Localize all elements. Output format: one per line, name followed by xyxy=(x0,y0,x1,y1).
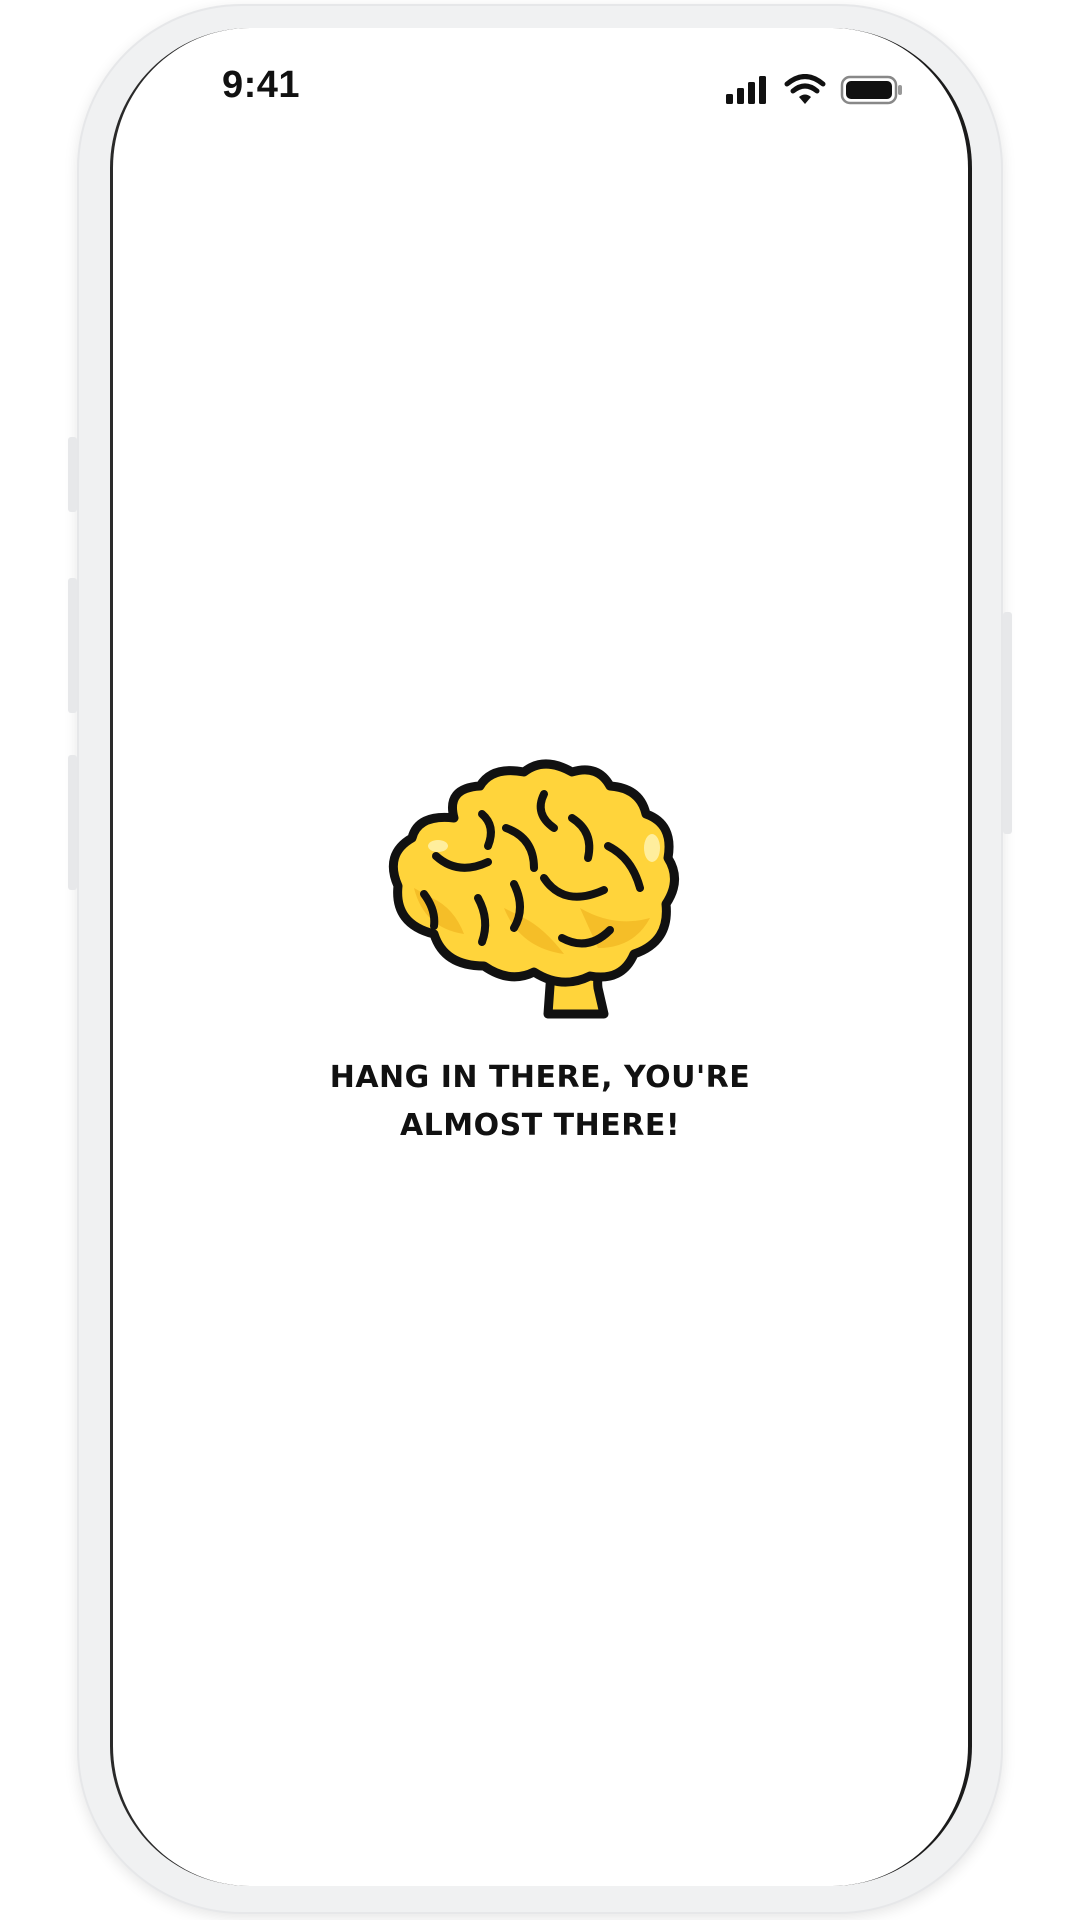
volume-up-button xyxy=(68,578,77,713)
message-line-1: HANG IN THERE, YOU'RE xyxy=(329,1060,751,1095)
battery-icon xyxy=(840,75,902,105)
power-button xyxy=(1003,612,1012,834)
message-line-2: ALMOST THERE! xyxy=(399,1108,681,1143)
status-icons xyxy=(724,74,904,106)
silent-switch xyxy=(68,437,77,512)
wifi-icon xyxy=(784,74,826,104)
brain-illustration xyxy=(384,758,696,1020)
brain-icon xyxy=(388,759,679,1019)
encouragement-message: HANG IN THERE, YOU'RE ALMOST THERE! xyxy=(260,1054,820,1150)
volume-down-button xyxy=(68,755,77,890)
cellular-signal-icon xyxy=(726,76,766,104)
status-time: 9:41 xyxy=(222,64,301,106)
